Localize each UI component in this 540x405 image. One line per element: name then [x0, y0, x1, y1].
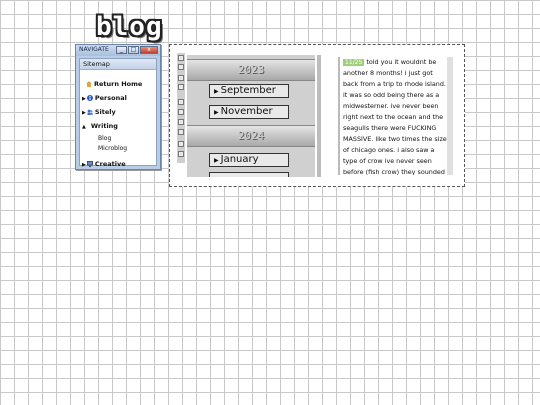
collapse-arrow-icon[interactable]: ▲	[82, 124, 86, 130]
navigate-body: Sitemap Return Home ▶ Personal ▶ Sitely ▲ W…	[79, 58, 157, 168]
expand-arrow-icon[interactable]: ▶	[82, 110, 86, 116]
month-button-november[interactable]: ▶ November	[209, 105, 289, 119]
panel-divider	[317, 55, 321, 177]
toolbar-button-icon[interactable]	[178, 141, 184, 147]
navigate-window: NAVIGATE _ □ x Sitemap Return Home ▶ Pers…	[75, 44, 161, 170]
nav-item-return-home[interactable]: Return Home	[86, 80, 142, 88]
month-label: January	[220, 154, 259, 165]
arrow-right-icon: ▶	[214, 109, 219, 116]
nav-item-label: Creative	[94, 160, 126, 168]
house-icon	[86, 81, 92, 87]
nav-item-label: Writing	[90, 122, 118, 130]
nav-item-creative[interactable]: ▶ Creative	[82, 160, 126, 168]
arrow-right-icon: ▶	[214, 88, 219, 95]
toolbar-button-icon[interactable]	[178, 99, 184, 105]
post-date-badge[interactable]: 11/25	[343, 59, 365, 66]
nav-item-personal[interactable]: ▶ Personal	[82, 94, 127, 102]
navigate-title: NAVIGATE	[79, 46, 109, 53]
monitor-icon	[86, 161, 93, 167]
archive-list[interactable]: 2023 ▶ September ▶ November 2024 ▶ January	[187, 55, 315, 177]
post-scrollbar[interactable]	[447, 57, 453, 175]
year-header-2024[interactable]: 2024	[187, 125, 315, 147]
side-toolbar	[177, 53, 185, 163]
toolbar-up-icon[interactable]	[178, 55, 184, 61]
toolbar-button-icon[interactable]	[178, 119, 184, 125]
post-text: told you it wouldnt be another 8 months!…	[343, 58, 447, 175]
month-label: September	[220, 85, 276, 96]
post-body: 11/25 told you it wouldnt be another 8 m…	[340, 57, 448, 175]
expand-arrow-icon[interactable]: ▶	[82, 96, 86, 102]
month-button-september[interactable]: ▶ September	[209, 84, 289, 98]
month-label: November	[220, 106, 273, 117]
toolbar-button-icon[interactable]	[178, 129, 184, 135]
minimize-button[interactable]: _	[116, 46, 127, 54]
sitemap-header: Sitemap	[80, 59, 156, 70]
people-icon	[87, 109, 93, 115]
nav-item-label: Sitely	[94, 108, 116, 116]
toolbar-button-icon[interactable]	[178, 84, 184, 90]
toolbar-button-icon[interactable]	[178, 75, 184, 81]
toolbar-button-icon[interactable]	[178, 64, 184, 70]
month-button-january[interactable]: ▶ January	[209, 153, 289, 167]
nav-item-label: Return Home	[94, 80, 143, 88]
blog-post: 11/25 told you it wouldnt be another 8 m…	[338, 57, 448, 175]
toolbar-button-icon[interactable]	[178, 109, 184, 115]
nav-item-writing[interactable]: ▲ Writing	[82, 122, 118, 130]
arrow-right-icon: ▶	[214, 157, 219, 164]
close-button[interactable]: x	[140, 46, 158, 54]
navigate-titlebar[interactable]: NAVIGATE _ □ x	[76, 45, 160, 56]
blog-panel: 2023 ▶ September ▶ November 2024 ▶ January …	[169, 44, 465, 187]
expand-arrow-icon[interactable]: ▶	[82, 162, 86, 168]
blog-logo: blog	[96, 12, 163, 42]
nav-item-sitely[interactable]: ▶ Sitely	[82, 108, 116, 116]
toolbar-button-icon[interactable]	[178, 151, 184, 157]
nav-subitem-blog[interactable]: Blog	[98, 135, 111, 142]
nav-item-label: Personal	[94, 94, 127, 102]
info-icon	[86, 95, 93, 101]
nav-subitem-microblog[interactable]: Microblog	[98, 145, 127, 152]
year-header-2023[interactable]: 2023	[187, 59, 315, 81]
month-button-partial[interactable]	[209, 172, 289, 177]
maximize-button[interactable]: □	[128, 46, 139, 54]
